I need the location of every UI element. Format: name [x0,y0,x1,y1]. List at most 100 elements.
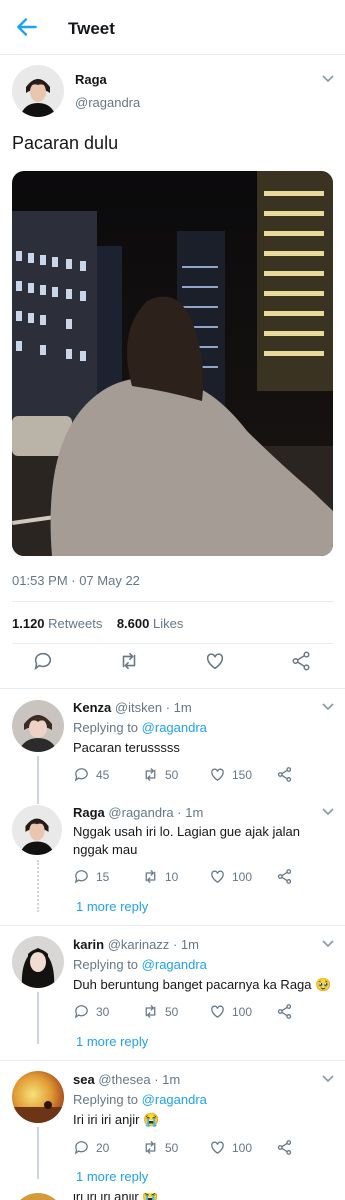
divider [12,601,333,602]
replying-to-label: Replying to [73,720,139,735]
chevron-down-icon[interactable] [321,74,335,84]
share-icon[interactable] [290,650,312,672]
chevron-down-icon[interactable] [321,807,335,817]
replying-to: Replying to @ragandra [73,1092,207,1107]
like-icon[interactable] [204,650,226,672]
replying-to-link[interactable]: @ragandra [142,720,207,735]
reply-time: · 1m [172,937,199,952]
reply-author-name[interactable]: Raga [73,805,105,820]
retweet-icon [145,870,156,883]
more-replies-link[interactable]: 1 more reply [76,899,148,914]
reply-text-line-1: Nggak usah iri lo. Lagian gue ajak jalan [73,824,300,839]
reply-avatar[interactable] [12,936,64,988]
retweet-icon [145,1005,156,1018]
reply-action-reply[interactable]: 20 [73,1139,109,1156]
like-icon [211,870,224,883]
reply-action-retweet[interactable]: 50 [142,1139,178,1156]
reply-count: 15 [96,869,110,884]
replying-to-label: Replying to [73,1092,139,1107]
reply-author-handle[interactable]: @itsken [115,700,162,715]
share-icon[interactable] [276,868,293,885]
reply-action-like[interactable]: 100 [209,1139,252,1156]
share-icon[interactable] [276,766,293,783]
divider [12,643,333,644]
like-count: 100 [232,1004,253,1019]
reply-action-reply[interactable]: 15 [73,868,109,885]
chevron-down-icon[interactable] [321,1074,335,1084]
retweets-label[interactable]: Retweets [48,616,102,631]
tweet-text: Pacaran dulu [12,133,119,153]
reply-text: Iri iri iri anjir 😭 [73,1112,160,1127]
reply-time: · 1m [165,700,192,715]
like-count: 100 [232,1140,253,1155]
author-avatar[interactable] [12,65,64,117]
reply-action-retweet[interactable]: 50 [142,766,178,783]
reply-header: Raga @ragandra · 1m [73,805,203,820]
chevron-down-icon[interactable] [321,702,335,712]
thread-line [37,1127,39,1179]
reply-text-peek: iri iri iri anjir 😭 [73,1193,159,1200]
reply-avatar[interactable] [12,700,64,752]
retweet-icon[interactable] [118,650,140,672]
reply-action-like[interactable]: 150 [209,766,252,783]
reply-author-name[interactable]: karin [73,937,104,952]
author-handle[interactable]: @ragandra [75,95,140,110]
page-title: Tweet [68,19,115,38]
reply-action-like[interactable]: 100 [209,868,252,885]
thread-line [37,756,39,804]
reply-action-like[interactable]: 100 [209,1003,252,1020]
reply-author-handle[interactable]: @ragandra [108,805,173,820]
reply-action-retweet[interactable]: 10 [142,868,178,885]
reply-author-handle[interactable]: @karinazz [108,937,170,952]
section-separator [0,1060,345,1061]
reply-text: Pacaran terusssss [73,740,180,755]
like-icon [211,1141,224,1154]
more-replies-link[interactable]: 1 more reply [76,1169,148,1184]
like-icon [211,1005,224,1018]
likes-count[interactable]: 8.600 [117,616,150,631]
more-replies-link[interactable]: 1 more reply [76,1034,148,1049]
like-count: 150 [232,767,253,782]
retweets-count[interactable]: 1.120 [12,616,45,631]
replying-to-link[interactable]: @ragandra [142,1092,207,1107]
likes-label[interactable]: Likes [153,616,183,631]
chevron-down-icon[interactable] [321,939,335,949]
share-icon[interactable] [276,1139,293,1156]
reply-header: Kenza @itsken · 1m [73,700,192,715]
section-separator [0,688,345,689]
reply-count: 45 [96,767,110,782]
reply-avatar[interactable] [12,805,62,855]
author-name[interactable]: Raga [75,72,107,87]
tweet-photo[interactable] [12,171,333,556]
replying-to-link[interactable]: @ragandra [142,957,207,972]
thread-line [37,992,39,1044]
top-bar: Tweet [0,0,345,55]
replying-to-label: Replying to [73,957,139,972]
reply-icon [74,1141,88,1155]
replying-to: Replying to @ragandra [73,957,207,972]
reply-time: · 1m [154,1072,181,1087]
tweet-timestamp: 01:53 PM · 07 May 22 [12,573,140,588]
back-arrow-icon[interactable] [14,14,40,40]
reply-time: · 1m [177,805,204,820]
reply-author-name[interactable]: sea [73,1072,95,1087]
reply-author-handle[interactable]: @thesea [98,1072,150,1087]
retweet-icon [145,1141,156,1154]
reply-count: 30 [96,1004,110,1019]
reply-avatar[interactable] [12,1071,64,1123]
reply-icon [74,768,88,782]
retweet-count: 50 [165,1140,179,1155]
retweet-count: 10 [165,869,179,884]
like-icon [211,768,224,781]
thread-dots [37,860,39,912]
reply-action-retweet[interactable]: 50 [142,1003,178,1020]
reply-action-reply[interactable]: 30 [73,1003,109,1020]
reply-count: 20 [96,1140,110,1155]
reply-avatar[interactable] [12,1193,64,1200]
reply-action-reply[interactable]: 45 [73,766,109,783]
reply-icon[interactable] [32,650,54,672]
share-icon[interactable] [276,1003,293,1020]
reply-author-name[interactable]: Kenza [73,700,111,715]
replying-to: Replying to @ragandra [73,720,207,735]
reply-icon [74,870,88,884]
